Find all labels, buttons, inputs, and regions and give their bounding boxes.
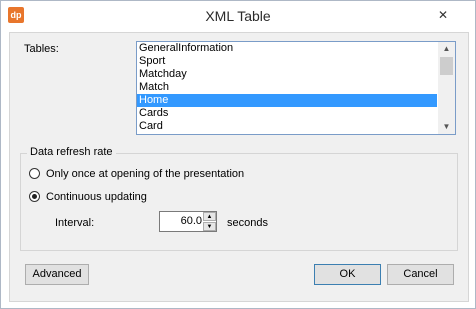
- spin-down-arrow-icon[interactable]: ▼: [203, 222, 216, 231]
- cancel-button[interactable]: Cancel: [387, 264, 454, 285]
- window-title: XML Table: [205, 8, 271, 24]
- list-item[interactable]: Cards: [137, 107, 437, 120]
- listbox-scrollbar[interactable]: ▲ ▼: [438, 42, 455, 134]
- list-item[interactable]: Sport: [137, 55, 437, 68]
- scroll-down-arrow-icon[interactable]: ▼: [438, 120, 455, 134]
- interval-unit-label: seconds: [227, 217, 268, 229]
- xml-table-dialog: dp XML Table ✕ Tables: GeneralInformatio…: [0, 0, 476, 309]
- scrollbar-thumb[interactable]: [440, 57, 453, 75]
- list-item[interactable]: Card: [137, 120, 437, 133]
- list-item[interactable]: GeneralInformation: [137, 42, 437, 55]
- ok-button[interactable]: OK: [314, 264, 381, 285]
- radio-continuous-label[interactable]: Continuous updating: [46, 190, 147, 204]
- dialog-body: Tables: GeneralInformation Sport Matchda…: [9, 32, 469, 302]
- tables-list: GeneralInformation Sport Matchday Match …: [137, 42, 437, 133]
- interval-input[interactable]: [160, 212, 202, 231]
- interval-stepper[interactable]: ▲ ▼: [159, 211, 217, 232]
- list-item[interactable]: Matchday: [137, 68, 437, 81]
- list-item[interactable]: Match: [137, 81, 437, 94]
- advanced-button[interactable]: Advanced: [25, 264, 89, 285]
- radio-continuous-circle[interactable]: [29, 191, 40, 202]
- refresh-rate-group-title: Data refresh rate: [27, 146, 116, 158]
- tables-listbox[interactable]: GeneralInformation Sport Matchday Match …: [136, 41, 456, 135]
- refresh-rate-group: Data refresh rate Only once at opening o…: [20, 146, 458, 251]
- interval-label: Interval:: [55, 217, 95, 229]
- close-icon[interactable]: ✕: [433, 7, 453, 24]
- tables-label: Tables:: [24, 43, 59, 55]
- list-item-selected[interactable]: Home: [137, 94, 437, 107]
- radio-only-once-circle[interactable]: [29, 168, 40, 179]
- spin-up-arrow-icon[interactable]: ▲: [203, 212, 216, 221]
- title-bar: dp XML Table ✕: [1, 1, 475, 31]
- scroll-up-arrow-icon[interactable]: ▲: [438, 42, 455, 56]
- radio-only-once-label[interactable]: Only once at opening of the presentation: [46, 167, 244, 181]
- interval-spin-buttons: ▲ ▼: [203, 212, 216, 231]
